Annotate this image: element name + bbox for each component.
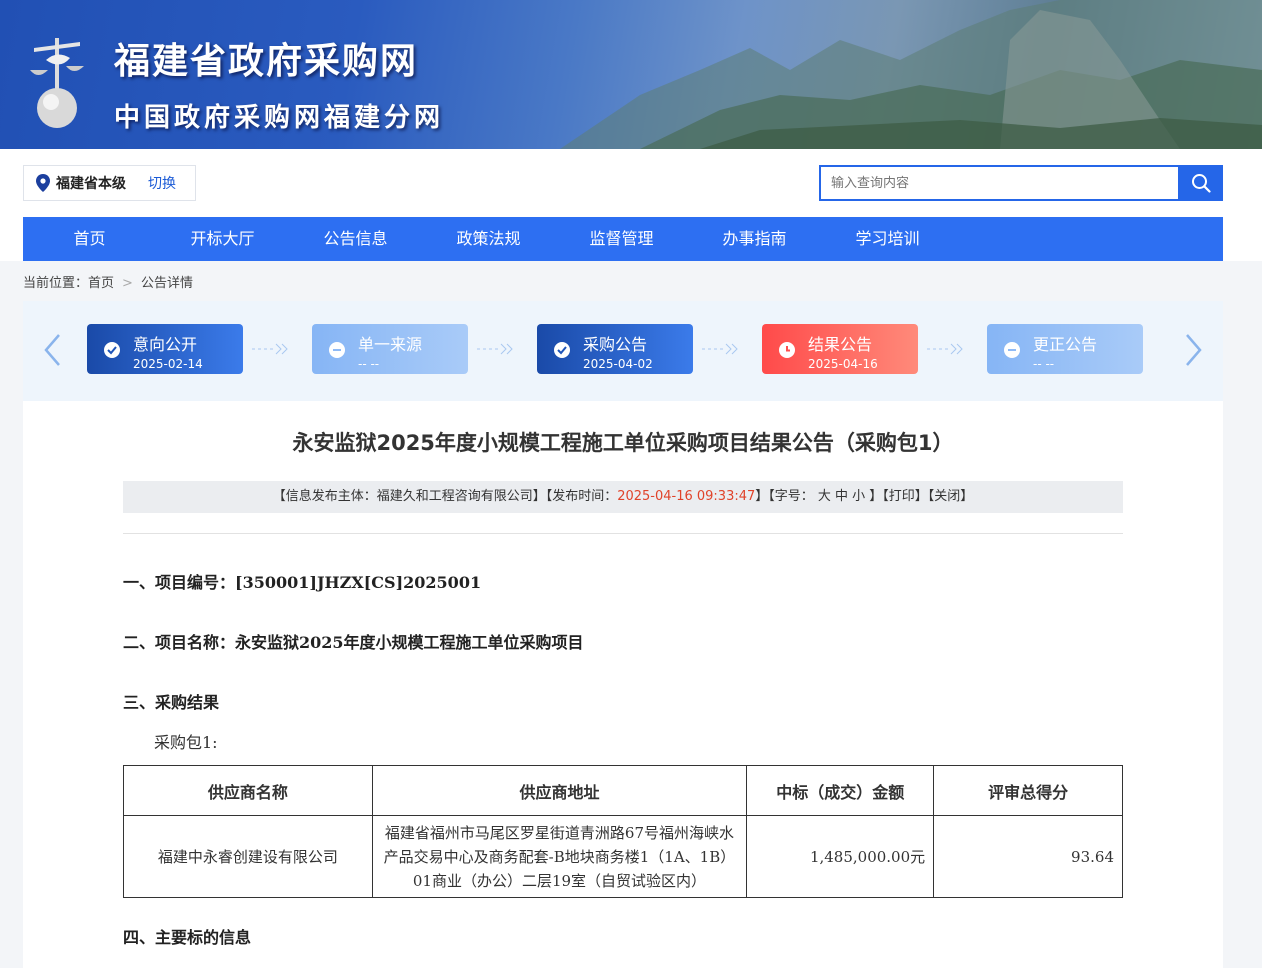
breadcrumb-prefix: 当前位置： [23,276,89,291]
timeline-step-intent[interactable]: 意向公开 2025-02-14 [87,324,243,374]
timeline-step-result[interactable]: 结果公告 2025-04-16 [762,324,918,374]
location-pin-icon [36,174,50,192]
chevron-right-icon[interactable] [1183,333,1203,367]
region-name: 福建省本级 [56,176,126,192]
meta-time: 2025-04-16 09:33:47 [617,489,756,504]
check-icon [554,342,570,358]
nav-item-bid-hall[interactable]: 开标大厅 [156,217,289,261]
check-icon [104,342,120,358]
timeline-step-procurement[interactable]: 采购公告 2025-04-02 [537,324,693,374]
site-title: 福建省政府采购网 [114,41,419,82]
step-date: -- -- [1033,357,1055,371]
dotted-arrow-icon [477,343,513,355]
step-date: 2025-02-14 [133,357,203,371]
nav-item-announcements[interactable]: 公告信息 [289,217,422,261]
divider [123,533,1123,534]
article: 永安监狱2025年度小规模工程施工单位采购项目结果公告（采购包1） 【信息发布主… [23,401,1223,968]
step-label: 更正公告 [1033,335,1098,354]
column-header: 供应商名称 [123,765,373,816]
meta-publisher: 【信息发布主体：福建久和工程咨询有限公司】【发布时间： [272,489,618,504]
region-switch-link[interactable]: 切换 [148,173,176,193]
column-header: 中标（成交）金额 [746,765,935,816]
logo-icon [30,38,84,128]
package-label: 采购包1: [154,733,218,752]
step-label: 意向公开 [133,335,198,354]
breadcrumb-current: 公告详情 [140,276,193,291]
section-main-items: 四、主要标的信息 [123,928,252,947]
article-meta: 【信息发布主体：福建久和工程咨询有限公司】【发布时间：2025-04-16 09… [123,481,1123,513]
dotted-arrow-icon [702,343,738,355]
table-header-row: 供应商名称 供应商地址 中标（成交）金额 评审总得分 [123,765,1123,816]
dotted-arrow-icon [252,343,288,355]
breadcrumb-home[interactable]: 首页 [88,276,114,291]
dotted-arrow-icon [927,343,963,355]
search-input[interactable] [819,165,1178,201]
search-button[interactable] [1178,165,1223,201]
search-box [819,165,1223,201]
step-label: 单一来源 [358,335,423,354]
timeline-step-single-source[interactable]: 单一来源 -- -- [312,324,468,374]
section-project-number: 一、项目编号：[350001]JHZX[CS]2025001 [123,573,482,592]
nav-item-home[interactable]: 首页 [23,217,156,261]
clock-icon [779,342,795,358]
timeline-step-correction[interactable]: 更正公告 -- -- [987,324,1143,374]
results-table: 供应商名称 供应商地址 中标（成交）金额 评审总得分 福建中永睿创建设有限公司 … [123,765,1123,898]
step-date: 2025-04-16 [808,357,878,371]
meta-actions[interactable]: 】【字号： 大 中 小 】【打印】【关闭】 [755,489,973,504]
bid-amount: 1,485,000.00元 [746,815,935,898]
site-banner: 福建省政府采购网 中国政府采购网福建分网 [0,0,1262,149]
breadcrumb: 当前位置：首页 > 公告详情 [23,272,193,291]
minus-icon [329,342,345,358]
supplier-name: 福建中永睿创建设有限公司 [123,815,373,898]
step-label: 结果公告 [808,335,873,354]
nav-item-training[interactable]: 学习培训 [821,217,954,261]
minus-icon [1004,342,1020,358]
site-subtitle: 中国政府采购网福建分网 [114,103,445,133]
column-header: 评审总得分 [933,765,1123,816]
section-results: 三、采购结果 [123,693,220,712]
search-icon [1191,174,1211,193]
table-row: 福建中永睿创建设有限公司 福建省福州市马尾区罗星街道青洲路67号福州海峡水产品交… [123,815,1123,898]
step-label: 采购公告 [583,335,648,354]
chevron-left-icon[interactable] [43,333,63,367]
article-title: 永安监狱2025年度小规模工程施工单位采购项目结果公告（采购包1） [292,431,954,455]
step-date: -- -- [358,357,380,371]
announcement-timeline: 意向公开 2025-02-14 单一来源 -- -- 采购公告 2025-04-… [23,301,1223,401]
total-score: 93.64 [933,815,1123,898]
supplier-address: 福建省福州市马尾区罗星街道青洲路67号福州海峡水产品交易中心及商务配套-B地块商… [371,815,748,898]
step-date: 2025-04-02 [583,357,653,371]
nav-item-policies[interactable]: 政策法规 [422,217,555,261]
main-nav: 首页 开标大厅 公告信息 政策法规 监督管理 办事指南 学习培训 [23,217,1223,261]
region-selector: 福建省本级 切换 [23,165,196,201]
nav-item-guide[interactable]: 办事指南 [688,217,821,261]
top-bar: 福建省本级 切换 首页 开标大厅 公告信息 政策法规 监督管理 办事指南 学习培… [0,149,1262,261]
section-project-name: 二、项目名称：永安监狱2025年度小规模工程施工单位采购项目 [123,633,584,652]
column-header: 供应商地址 [371,765,748,816]
chevron-right-icon: > [122,276,133,291]
nav-item-supervision[interactable]: 监督管理 [555,217,688,261]
